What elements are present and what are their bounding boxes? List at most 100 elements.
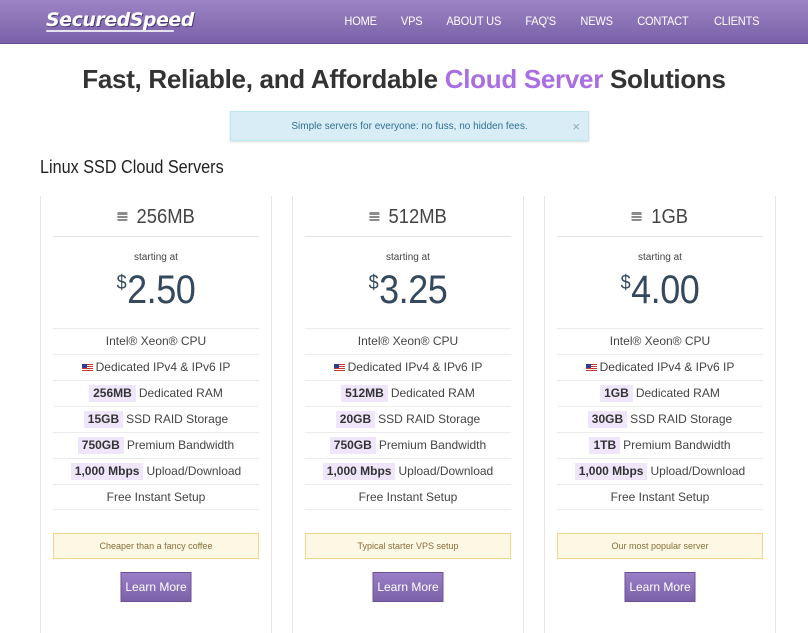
info-alert: Simple servers for everyone: no fuss, no… [230, 111, 589, 141]
feature-cpu: Intel® Xeon® CPU [53, 328, 259, 354]
feature-list: Intel® Xeon® CPU Dedicated IPv4 & IPv6 I… [53, 328, 259, 510]
speed-value: 1,000 Mbps [574, 463, 648, 480]
feature-ram: 512MB Dedicated RAM [305, 380, 511, 406]
plans-grid: 256MB starting at $2.50 Intel® Xeon® CPU… [40, 196, 788, 633]
learn-more-button[interactable]: Learn More [120, 572, 192, 602]
speed-value: 1,000 Mbps [70, 463, 144, 480]
plan-price: $4.00 [557, 268, 764, 313]
bandwidth-label: Premium Bandwidth [623, 438, 731, 452]
ram-label: Dedicated RAM [635, 386, 720, 400]
feature-ip-label: Dedicated IPv4 & IPv6 IP [95, 360, 231, 374]
plan-name: 1GB [554, 206, 766, 229]
nav-home[interactable]: HOME [345, 14, 378, 28]
plan-price: $3.25 [305, 268, 512, 313]
plan-name-label: 256MB [136, 206, 195, 228]
nav-faqs[interactable]: FAQ'S [526, 14, 557, 28]
section-title: Linux SSD Cloud Servers [40, 157, 224, 177]
nav-news[interactable]: NEWS [580, 14, 613, 28]
us-flag-icon [81, 364, 93, 371]
divider [305, 236, 511, 237]
logo-swoosh [46, 30, 174, 32]
currency-symbol: $ [620, 272, 631, 294]
bandwidth-label: Premium Bandwidth [126, 438, 235, 452]
bandwidth-value: 750GB [329, 437, 376, 454]
storage-label: SSD RAID Storage [126, 412, 229, 426]
plan-note: Typical starter VPS setup [305, 533, 511, 559]
learn-more-button[interactable]: Learn More [624, 572, 696, 602]
server-icon [631, 212, 643, 221]
currency-symbol: $ [116, 272, 127, 294]
ram-value: 1GB [600, 385, 633, 402]
feature-speed: 1,000 Mbps Upload/Download [305, 458, 511, 484]
ram-value: 256MB [89, 385, 136, 402]
feature-setup: Free Instant Setup [53, 484, 259, 510]
storage-value: 15GB [83, 411, 124, 428]
storage-value: 20GB [335, 411, 376, 428]
feature-list: Intel® Xeon® CPU Dedicated IPv4 & IPv6 I… [557, 328, 763, 510]
headline-text-2: Solutions [603, 64, 726, 94]
speed-label: Upload/Download [398, 464, 494, 478]
server-icon [369, 212, 380, 221]
plan-card-512mb: 512MB starting at $3.25 Intel® Xeon® CPU… [292, 196, 524, 633]
feature-storage: 20GB SSD RAID Storage [305, 406, 511, 432]
page-headline: Fast, Reliable, and Affordable Cloud Ser… [0, 64, 808, 95]
ram-label: Dedicated RAM [390, 386, 475, 400]
feature-ram: 1GB Dedicated RAM [557, 380, 763, 406]
learn-more-button[interactable]: Learn More [372, 572, 444, 602]
divider [53, 236, 259, 237]
plan-price: $2.50 [53, 268, 260, 313]
us-flag-icon [333, 364, 345, 371]
feature-ram: 256MB Dedicated RAM [53, 380, 259, 406]
us-flag-icon [585, 364, 597, 371]
alert-text: Simple servers for everyone: no fuss, no… [291, 121, 528, 132]
speed-label: Upload/Download [146, 464, 242, 478]
price-value: 2.50 [127, 268, 196, 312]
navbar: SecuredSpeed HOME VPS ABOUT US FAQ'S NEW… [0, 0, 808, 44]
nav-menu: HOME VPS ABOUT US FAQ'S NEWS CONTACT CLI… [322, 14, 761, 28]
plan-card-256mb: 256MB starting at $2.50 Intel® Xeon® CPU… [40, 196, 272, 633]
logo[interactable]: SecuredSpeed [46, 9, 194, 31]
close-icon[interactable]: × [572, 112, 580, 142]
feature-setup: Free Instant Setup [305, 484, 511, 510]
price-value: 3.25 [379, 268, 448, 312]
feature-speed: 1,000 Mbps Upload/Download [557, 458, 763, 484]
currency-symbol: $ [368, 272, 379, 294]
plan-note: Our most popular server [557, 533, 763, 559]
plan-name: 256MB [50, 206, 262, 229]
speed-value: 1,000 Mbps [322, 463, 396, 480]
feature-setup: Free Instant Setup [557, 484, 763, 510]
feature-ip-label: Dedicated IPv4 & IPv6 IP [347, 360, 483, 374]
feature-speed: 1,000 Mbps Upload/Download [53, 458, 259, 484]
starting-at-label: starting at [386, 252, 430, 263]
feature-bandwidth: 750GB Premium Bandwidth [305, 432, 511, 458]
starting-at-label: starting at [134, 252, 178, 263]
feature-list: Intel® Xeon® CPU Dedicated IPv4 & IPv6 I… [305, 328, 511, 510]
nav-vps[interactable]: VPS [400, 14, 422, 28]
feature-storage: 30GB SSD RAID Storage [557, 406, 763, 432]
bandwidth-value: 750GB [77, 437, 124, 454]
price-value: 4.00 [631, 268, 700, 312]
divider [557, 236, 763, 237]
nav-contact[interactable]: CONTACT [637, 14, 688, 28]
feature-cpu: Intel® Xeon® CPU [557, 328, 763, 354]
bandwidth-label: Premium Bandwidth [378, 438, 487, 452]
plan-name-label: 512MB [388, 206, 447, 228]
feature-ip: Dedicated IPv4 & IPv6 IP [53, 354, 259, 380]
speed-label: Upload/Download [650, 464, 746, 478]
plan-name-label: 1GB [651, 206, 689, 228]
server-icon [117, 212, 128, 221]
storage-label: SSD RAID Storage [378, 412, 481, 426]
plan-note: Cheaper than a fancy coffee [53, 533, 259, 559]
headline-highlight: Cloud Server [444, 64, 604, 94]
feature-cpu: Intel® Xeon® CPU [305, 328, 511, 354]
ram-label: Dedicated RAM [138, 386, 223, 400]
plan-name: 512MB [302, 206, 514, 229]
plan-card-1gb: 1GB starting at $4.00 Intel® Xeon® CPU D… [544, 196, 776, 633]
bandwidth-value: 1TB [589, 437, 621, 454]
feature-ip: Dedicated IPv4 & IPv6 IP [557, 354, 763, 380]
nav-about-us[interactable]: ABOUT US [446, 14, 501, 28]
feature-bandwidth: 1TB Premium Bandwidth [557, 432, 763, 458]
nav-clients[interactable]: CLIENTS [714, 14, 760, 28]
storage-label: SSD RAID Storage [630, 412, 733, 426]
feature-ip: Dedicated IPv4 & IPv6 IP [305, 354, 511, 380]
